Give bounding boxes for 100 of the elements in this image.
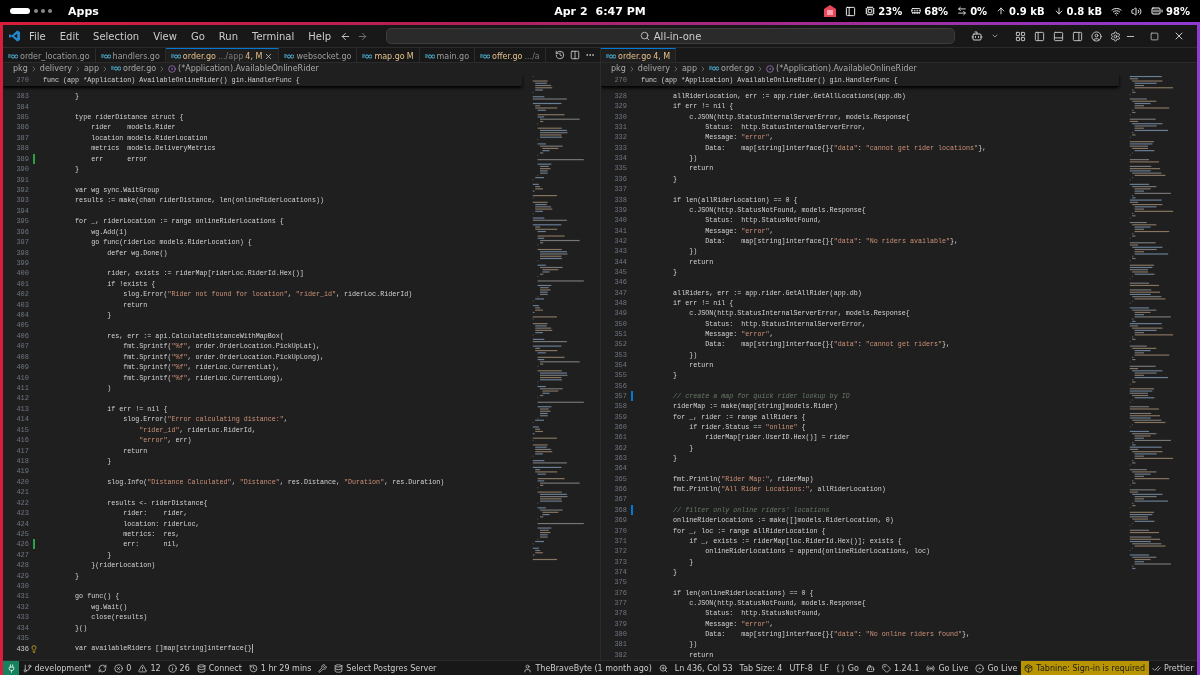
- language-button[interactable]: Go: [832, 661, 863, 675]
- wifi-icon: [1111, 5, 1123, 17]
- workspace-indicator-icon[interactable]: [10, 7, 54, 15]
- breadcrumb[interactable]: pkg: [13, 64, 28, 73]
- date[interactable]: Apr 2: [554, 4, 588, 18]
- plug-icon: [6, 663, 16, 673]
- volume-icon: [1131, 5, 1143, 17]
- git-blame-button[interactable]: TheBraveByte (1 month ago): [519, 661, 656, 675]
- editor-tab[interactable]: order.go .../app 4, M: [165, 48, 280, 62]
- menu-item[interactable]: Selection: [88, 28, 145, 44]
- close-icon: [264, 51, 274, 61]
- file-icon: [424, 53, 435, 59]
- braces-icon: [835, 663, 845, 673]
- indicator-reading: 0%: [970, 5, 988, 17]
- error-icon: [114, 663, 124, 673]
- time[interactable]: 6:47 PM: [595, 4, 646, 18]
- primary-sidebar-icon: [1034, 30, 1045, 42]
- file-icon: [480, 53, 491, 59]
- robot-icon: [865, 663, 875, 673]
- file-icon: [709, 66, 719, 71]
- double-check-icon: [1152, 663, 1162, 673]
- split-editor-icon: [570, 50, 580, 60]
- status-item[interactable]: Tab Size: 4: [736, 661, 786, 675]
- wrench-icon: [318, 663, 328, 673]
- file-icon: [8, 53, 18, 59]
- file-icon: [100, 53, 111, 59]
- indicator-reading: 0.9 kB: [1009, 5, 1045, 17]
- change-marker: [631, 504, 633, 515]
- box-icon: [1024, 663, 1034, 673]
- app-icon: [824, 5, 837, 17]
- status-item[interactable]: Ln 436, Col 53: [671, 661, 737, 675]
- indicator-reading: 0.8 kB: [1066, 5, 1103, 17]
- menu-item[interactable]: Run: [213, 28, 243, 44]
- cpu-icon: [865, 6, 876, 16]
- breadcrumb[interactable]: order.go: [721, 64, 755, 73]
- errors-count[interactable]: 0: [110, 661, 135, 675]
- swap-arrows-icon: [957, 6, 968, 16]
- info-icon: [167, 663, 177, 673]
- panel-icon: [845, 5, 857, 17]
- breadcrumb[interactable]: order.go: [123, 64, 157, 73]
- breadcrumb[interactable]: app: [83, 64, 99, 73]
- go-live-button[interactable]: Go Live: [971, 661, 1021, 675]
- menu-item[interactable]: View: [148, 28, 182, 44]
- breadcrumb[interactable]: app: [681, 64, 697, 73]
- circle-dot-icon: [975, 663, 985, 673]
- forward-arrow-icon: [357, 30, 369, 42]
- warning-icon: [138, 663, 148, 673]
- breadcrumb[interactable]: (*Application).AvailableOnlineRider: [178, 64, 319, 73]
- apps-menu[interactable]: Apps: [68, 4, 99, 18]
- file-icon: [284, 53, 295, 59]
- back-arrow-icon: [340, 30, 352, 42]
- status-item[interactable]: UTF-8: [785, 661, 817, 675]
- menu-item[interactable]: File: [24, 28, 51, 44]
- clock-icon: [248, 663, 258, 673]
- info-count[interactable]: 26: [164, 661, 194, 675]
- indicator-reading: 68%: [924, 5, 949, 17]
- database-icon: [334, 663, 344, 673]
- command-center[interactable]: All-in-one: [386, 28, 955, 44]
- change-marker: [33, 153, 35, 164]
- go-version-button[interactable]: 1.24.1: [878, 661, 923, 675]
- editor-tab[interactable]: order.go 4, M: [601, 48, 677, 62]
- go-live-button[interactable]: Go Live: [922, 661, 972, 675]
- breadcrumb[interactable]: delivery: [637, 64, 670, 73]
- memory-icon: [911, 6, 922, 16]
- branch-button[interactable]: development*: [19, 661, 95, 675]
- settings-icon: [1110, 30, 1121, 42]
- status-item[interactable]: LF: [816, 661, 833, 675]
- tabnine-button[interactable]: Tabnine: Sign-in is required: [1020, 661, 1149, 675]
- branch-icon: [22, 663, 32, 673]
- magnifier-icon: [658, 663, 668, 673]
- lightbulb-icon: [30, 644, 38, 653]
- file-icon: [170, 53, 181, 59]
- breadcrumb[interactable]: (*Application).AvailableOnlineRider: [776, 64, 917, 73]
- prettier-button[interactable]: Prettier: [1148, 661, 1197, 675]
- app-logo: [9, 30, 20, 42]
- search-icon: [639, 31, 650, 41]
- file-icon: [111, 66, 121, 71]
- copilot-icon: [971, 30, 983, 42]
- menu-item[interactable]: Terminal: [247, 28, 300, 44]
- caret-icon: [991, 32, 999, 40]
- change-marker: [33, 539, 35, 550]
- battery-level: 98%: [1166, 5, 1190, 17]
- breadcrumb[interactable]: delivery: [39, 64, 72, 73]
- warnings-count[interactable]: 12: [134, 661, 165, 675]
- panel-icon: [1053, 30, 1064, 42]
- arrow-up-icon: [996, 6, 1007, 16]
- person-icon: [523, 663, 533, 673]
- timer-button[interactable]: 1 hr 29 mins: [245, 661, 315, 675]
- postgres-server-button[interactable]: Select Postgres Server: [330, 661, 440, 675]
- remote-button[interactable]: [3, 661, 19, 675]
- layout-icon: [1015, 30, 1026, 42]
- account-icon: [1091, 30, 1102, 42]
- tag-icon: [881, 663, 891, 673]
- menu-item[interactable]: Go: [185, 28, 210, 44]
- menu-item[interactable]: Help: [303, 28, 337, 44]
- menu-item[interactable]: Edit: [54, 28, 85, 44]
- chevron-icon: [101, 64, 109, 73]
- connect-button[interactable]: Connect: [193, 661, 246, 675]
- sync-icon: [98, 663, 108, 673]
- breadcrumb[interactable]: pkg: [611, 64, 626, 73]
